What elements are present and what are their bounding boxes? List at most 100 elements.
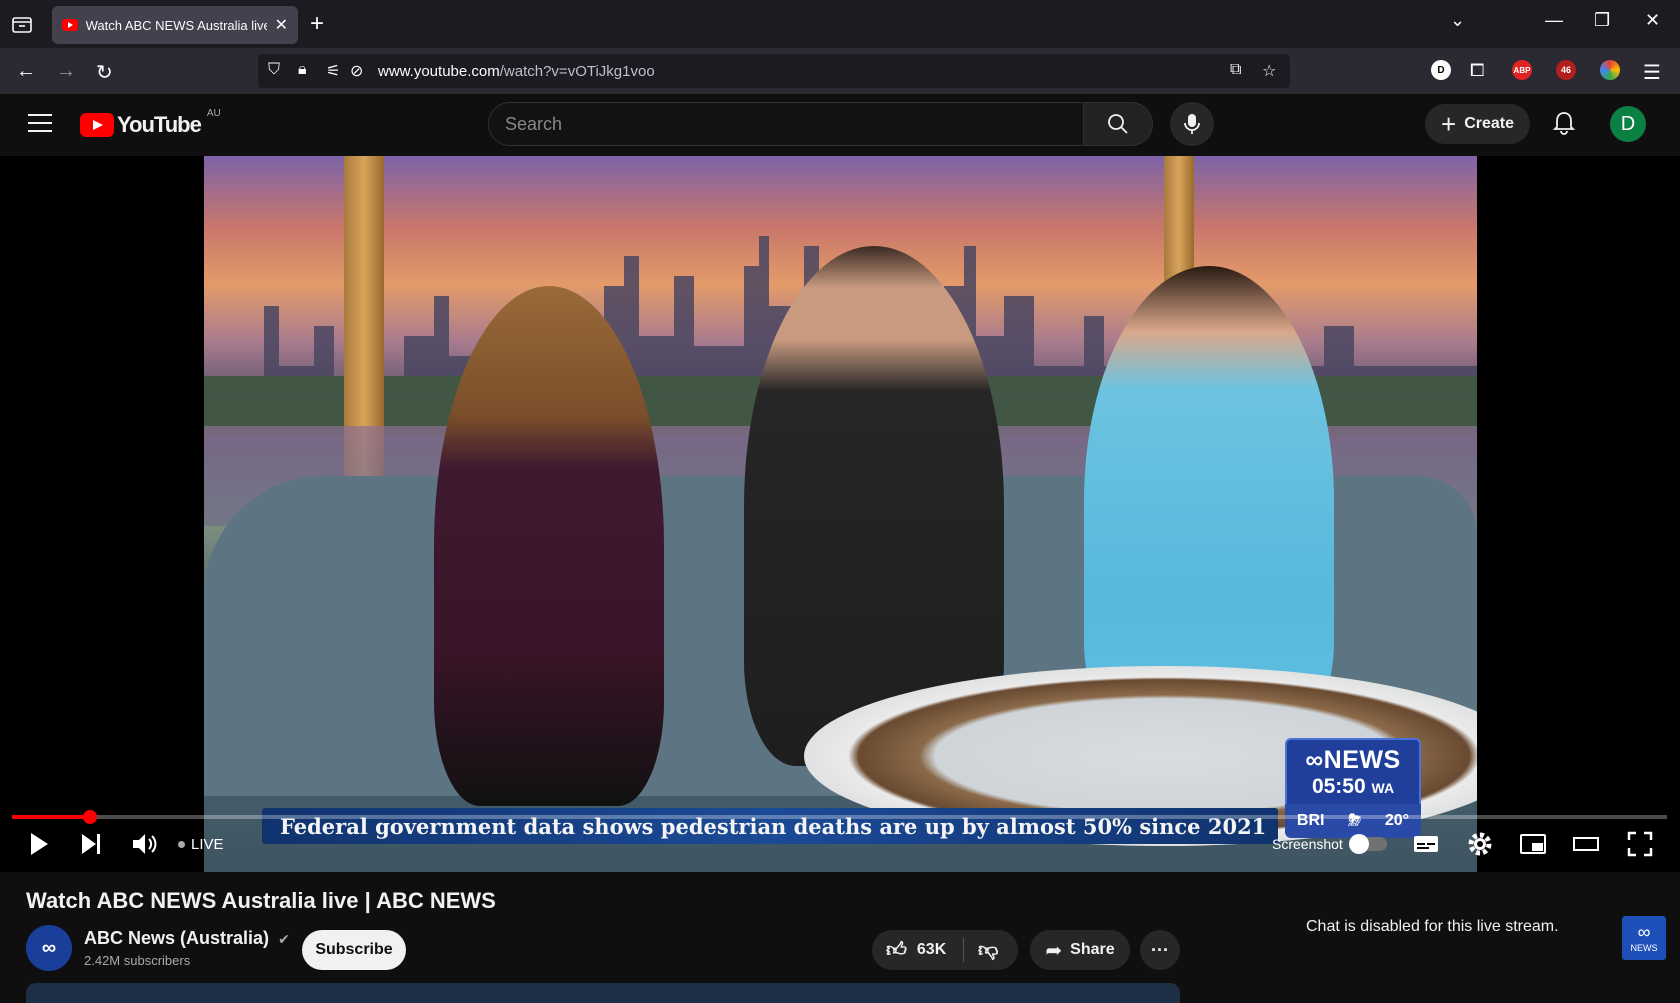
progress-scrubber[interactable] bbox=[82, 810, 97, 824]
chat-disabled-message: Chat is disabled for this live stream. bbox=[1306, 918, 1559, 935]
youtube-play-logo-icon bbox=[80, 113, 114, 137]
more-horizontal-icon: ··· bbox=[1151, 939, 1169, 960]
like-button[interactable]: 👍︎ 63K bbox=[872, 938, 964, 962]
picture-in-picture-icon[interactable]: ⧉ bbox=[1230, 61, 1241, 79]
play-icon[interactable] bbox=[26, 830, 52, 858]
youtube-header: YouTube AU + Create D bbox=[0, 94, 1680, 156]
tab-close-icon[interactable]: ✕ bbox=[275, 15, 288, 35]
screenshot-label: Screenshot bbox=[1272, 836, 1343, 852]
bug-time: 05:50 WA bbox=[1287, 775, 1419, 799]
browser-menu-icon[interactable]: ☰ bbox=[1643, 60, 1661, 85]
volume-icon[interactable] bbox=[130, 830, 158, 858]
search-button[interactable] bbox=[1083, 102, 1153, 146]
screenshot-toggle[interactable]: Screenshot bbox=[1272, 834, 1387, 854]
window-close-icon[interactable]: ✕ bbox=[1645, 10, 1660, 31]
url-bar[interactable]: ⛉ 🔒︎ ⚟ ⊘ www.youtube.com/watch?v=vOTiJkg… bbox=[258, 54, 1290, 88]
presenter-left bbox=[434, 286, 664, 806]
ublock-badge: 46 bbox=[1560, 65, 1571, 75]
restore-icon[interactable]: ❐ bbox=[1594, 10, 1610, 31]
microphone-icon bbox=[1184, 114, 1200, 134]
bug-brand: ∞NEWS bbox=[1305, 746, 1401, 774]
live-dot-icon bbox=[178, 841, 185, 848]
verified-check-icon: ✔ bbox=[278, 931, 290, 947]
search-input[interactable] bbox=[489, 103, 1083, 145]
abc-lissajous-icon: ∞ bbox=[1637, 922, 1651, 942]
back-icon[interactable]: ← bbox=[16, 60, 36, 83]
account-avatar[interactable]: D bbox=[1610, 106, 1646, 142]
browser-tab-bar: Watch ABC NEWS Australia live | ✕ + ⌄ — … bbox=[0, 0, 1680, 48]
tab-title: Watch ABC NEWS Australia live | bbox=[85, 17, 267, 33]
video-title: Watch ABC NEWS Australia live | ABC NEWS bbox=[26, 888, 496, 913]
subscribe-button[interactable]: Subscribe bbox=[302, 930, 406, 970]
live-label: LIVE bbox=[191, 836, 224, 853]
presenter-right bbox=[1084, 266, 1334, 736]
subtitles-icon[interactable] bbox=[1412, 830, 1440, 858]
create-label: Create bbox=[1464, 115, 1514, 132]
like-count: 63K bbox=[916, 941, 947, 958]
country-code: AU bbox=[206, 107, 221, 119]
dislike-button[interactable]: 👎︎ bbox=[964, 938, 998, 962]
weather-strip: BRI ⛈ 20° bbox=[1285, 804, 1421, 838]
shield-icon[interactable]: ⛉ bbox=[268, 61, 280, 79]
like-dislike-bar: 👍︎ 63K 👎︎ bbox=[872, 930, 1018, 970]
url-text[interactable]: www.youtube.com/watch?v=vOTiJkg1voo bbox=[378, 63, 655, 80]
color-extension-icon[interactable] bbox=[1600, 60, 1620, 80]
bug-time-zone: WA bbox=[1371, 780, 1395, 796]
abc-logo-icon: ∞ bbox=[41, 936, 57, 959]
browser-tab-active[interactable]: Watch ABC NEWS Australia live | ✕ bbox=[52, 6, 298, 44]
ublock-icon[interactable]: 46 bbox=[1556, 60, 1576, 80]
video-player[interactable]: ∞NEWS 05:50 WA BRI ⛈ 20° ∞ NEWS bbox=[0, 156, 1680, 960]
share-button[interactable]: ➦ Share bbox=[1030, 930, 1130, 970]
corner-logo-text: NEWS bbox=[1630, 943, 1658, 953]
tracking-blocked-icon[interactable]: ⊘ bbox=[350, 61, 363, 81]
settings-gear-icon[interactable] bbox=[1466, 830, 1494, 858]
share-arrow-icon: ➦ bbox=[1045, 939, 1063, 962]
channel-avatar[interactable]: ∞ bbox=[26, 925, 72, 971]
search-icon bbox=[1108, 114, 1128, 134]
next-icon[interactable] bbox=[78, 830, 104, 858]
permissions-icon[interactable]: ⚟ bbox=[326, 61, 340, 81]
miniplayer-icon[interactable] bbox=[1519, 830, 1547, 858]
extensions-puzzle-icon[interactable]: ⧠ bbox=[1470, 60, 1484, 81]
new-tab-icon[interactable]: + bbox=[310, 10, 324, 38]
tab-overflow-chevron-icon[interactable]: ⌄ bbox=[1450, 10, 1465, 31]
youtube-logo[interactable]: YouTube AU bbox=[80, 108, 221, 138]
progress-played bbox=[12, 815, 90, 819]
lock-icon[interactable]: 🔒︎ bbox=[298, 61, 307, 79]
thumbs-down-icon: 👎︎ bbox=[978, 939, 999, 961]
subscriber-count: 2.42M subscribers bbox=[84, 953, 191, 968]
voice-search-button[interactable] bbox=[1170, 102, 1214, 146]
logo-wordmark: YouTube bbox=[117, 112, 202, 137]
fullscreen-icon[interactable] bbox=[1626, 830, 1654, 858]
youtube-favicon-icon bbox=[62, 19, 78, 31]
live-indicator[interactable]: LIVE bbox=[178, 836, 224, 853]
thumbs-up-icon: 👍︎ bbox=[886, 939, 907, 961]
notifications-bell-icon[interactable] bbox=[1552, 110, 1576, 136]
search-box[interactable] bbox=[488, 102, 1084, 146]
more-actions-button[interactable]: ··· bbox=[1140, 930, 1180, 970]
adblock-plus-icon[interactable]: ABP bbox=[1512, 60, 1532, 80]
channel-name[interactable]: ABC News (Australia) ✔ bbox=[84, 928, 290, 949]
channel-name-text: ABC News (Australia) bbox=[84, 928, 270, 948]
share-label: Share bbox=[1070, 941, 1115, 958]
extension-d-icon[interactable]: D bbox=[1431, 60, 1451, 80]
create-button[interactable]: + Create bbox=[1425, 104, 1530, 144]
bookmark-star-icon[interactable]: ☆ bbox=[1262, 61, 1276, 81]
url-path: /watch?v=vOTiJkg1voo bbox=[499, 63, 655, 80]
screenshot-switch[interactable] bbox=[1348, 834, 1387, 854]
forward-icon[interactable]: → bbox=[56, 60, 76, 83]
browser-nav-bar: ← → ↻ ⛉ 🔒︎ ⚟ ⊘ www.youtube.com/watch?v=v… bbox=[0, 48, 1680, 94]
bug-brand-text: NEWS bbox=[1323, 746, 1401, 774]
theater-mode-icon[interactable] bbox=[1572, 830, 1600, 858]
reload-icon[interactable]: ↻ bbox=[96, 60, 113, 85]
description-box[interactable] bbox=[26, 983, 1180, 1003]
tab-list-icon[interactable] bbox=[10, 12, 34, 36]
abc-corner-logo: ∞ NEWS bbox=[1622, 916, 1666, 960]
url-domain: www.youtube.com bbox=[378, 63, 500, 80]
progress-bar[interactable] bbox=[12, 810, 1667, 824]
guide-menu-icon[interactable] bbox=[28, 114, 52, 132]
news-ticker: Federal government data shows pedestrian… bbox=[262, 808, 1278, 844]
bug-time-value: 05:50 bbox=[1311, 775, 1366, 798]
plus-icon: + bbox=[1441, 108, 1457, 139]
minimize-icon[interactable]: — bbox=[1545, 10, 1563, 31]
